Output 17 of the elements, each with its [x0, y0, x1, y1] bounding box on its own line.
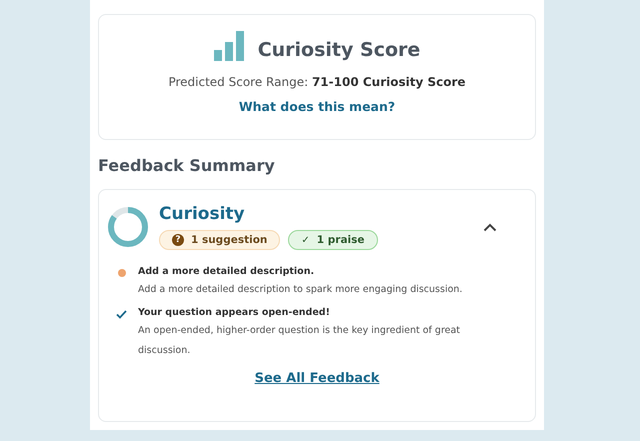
feedback-title: Add a more detailed description. — [138, 266, 316, 277]
feedback-title: Your question appears open-ended! — [138, 307, 331, 318]
score-range-text: Predicted Score Range: 71-100 Curiosity Score — [168, 75, 466, 89]
chevron-icon — [483, 222, 497, 232]
feedback-description: Add a more detailed description to spark more engaging discussion. — [138, 283, 462, 297]
feedback-description: An open-ended, higher-order question is the key ingredient of great discussion. — [138, 324, 462, 358]
see-all-feedback-link[interactable]: See All Feedback — [254, 371, 380, 386]
score-title: Curiosity Score — [258, 39, 420, 61]
suggestion-dot-icon — [118, 269, 126, 277]
bar-chart-icon — [214, 31, 246, 61]
category-title: Curiosity — [159, 204, 246, 224]
section-heading: Feedback Summary — [98, 156, 276, 175]
what-does-this-mean-link[interactable]: What does this mean? — [238, 99, 396, 114]
checkmark-icon — [116, 310, 127, 319]
progress-ring — [107, 206, 149, 248]
feedback-badge: ? 1 suggestion — [159, 230, 280, 250]
feedback-badge: ✓ 1 praise — [288, 230, 378, 250]
